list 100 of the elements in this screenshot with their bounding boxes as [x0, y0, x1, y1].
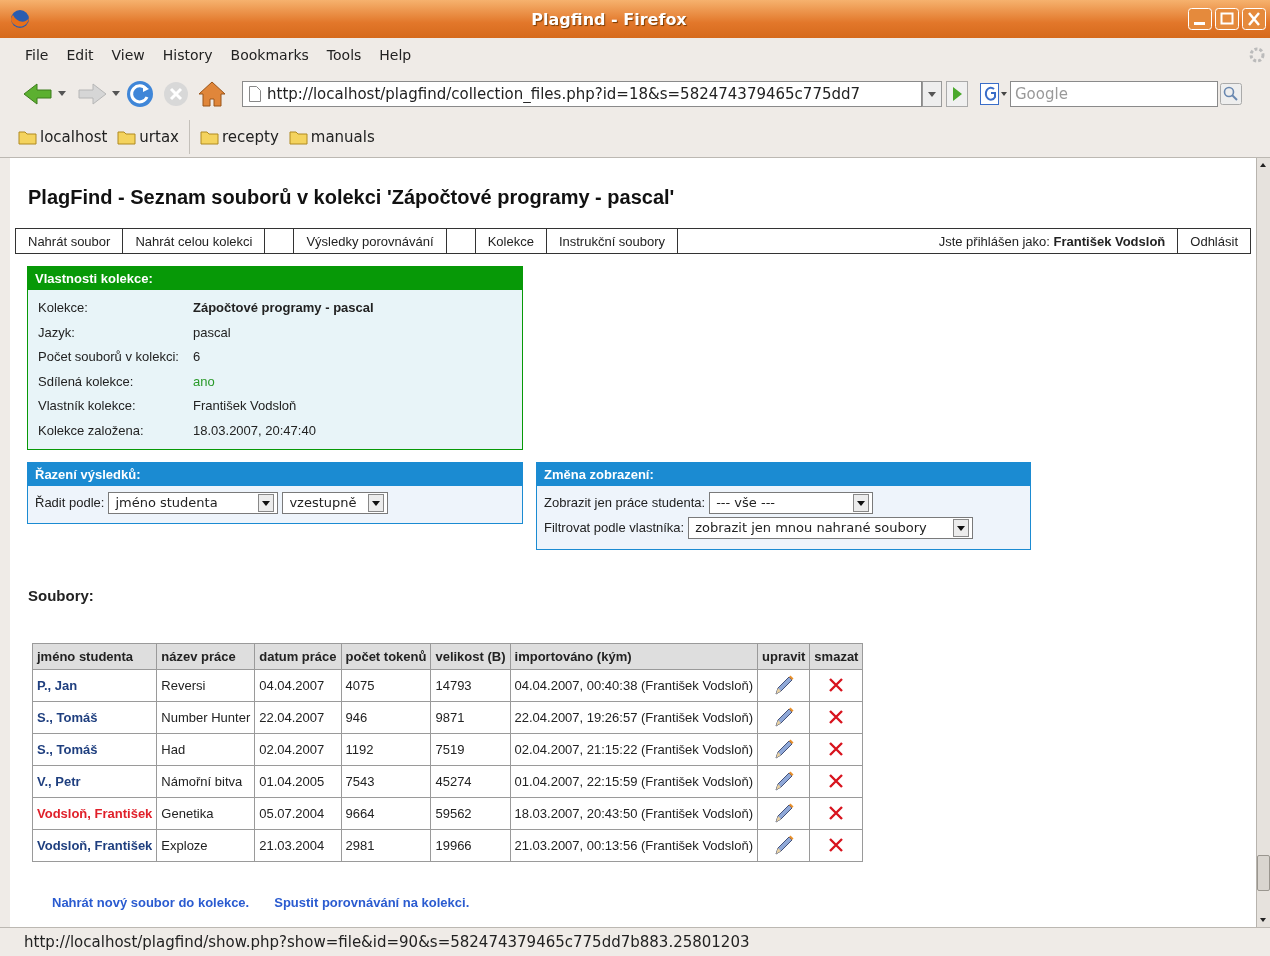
dropdown[interactable]: zobrazit jen mnou nahrané soubory: [688, 516, 974, 539]
menu-item[interactable]: Bookmarks: [221, 43, 318, 67]
table-cell: Námořní bitva: [156, 765, 255, 798]
address-field[interactable]: http://localhost/plagfind/collection_files.php?id=18&s=582474379465c775dd7: [242, 81, 922, 107]
column-header: upravit: [757, 643, 810, 670]
delete-x-icon[interactable]: [828, 741, 845, 758]
student-link[interactable]: V., Petr: [32, 765, 157, 798]
student-link[interactable]: Vodsloň, František: [32, 797, 157, 830]
close-icon[interactable]: [1242, 8, 1266, 30]
menu-item[interactable]: Help: [370, 43, 421, 67]
page-icon: [249, 86, 261, 102]
column-header: jméno studenta: [32, 643, 157, 670]
bookmark-item[interactable]: manuals: [286, 123, 377, 150]
table-cell: 14793: [430, 669, 510, 702]
status-text: http://localhost/plagfind/show.php?show=file&id=90&s=582474379465c775dd7b883.25801203: [24, 932, 750, 951]
table-cell: 4075: [341, 669, 431, 702]
search-engine-icon[interactable]: [980, 83, 1008, 105]
pencil-icon[interactable]: [772, 770, 795, 793]
nav-link[interactable]: Výsledky porovnávání: [294, 229, 447, 253]
menu-item[interactable]: View: [102, 43, 154, 67]
field-label: Řadit podle:: [35, 495, 105, 511]
column-header: importováno (kým): [510, 643, 758, 670]
dropdown[interactable]: --- vše ---: [709, 491, 874, 514]
back-arrow-icon[interactable]: [22, 81, 54, 107]
table-cell: 59562: [430, 797, 510, 830]
menu-item[interactable]: Tools: [317, 43, 371, 67]
column-header: smazat: [809, 643, 863, 670]
action-link[interactable]: Spustit porovnávání na kolekci.: [274, 894, 470, 910]
menu-item[interactable]: File: [16, 43, 58, 67]
table-cell: 946: [341, 701, 431, 734]
student-link[interactable]: S., Tomáš: [32, 733, 157, 766]
table-cell: Number Hunter: [156, 701, 255, 734]
throbber-icon: [1248, 46, 1266, 64]
reload-icon[interactable]: [124, 79, 156, 109]
folder-icon: [117, 128, 137, 145]
student-link[interactable]: Vodsloň, František: [32, 829, 157, 862]
search-field[interactable]: Google: [1010, 81, 1218, 107]
table-cell: 2981: [341, 829, 431, 862]
table-cell: Reversi: [156, 669, 255, 702]
bookmark-item[interactable]: urtax: [115, 123, 181, 150]
nav-link[interactable]: Odhlásit: [1178, 229, 1250, 253]
table-cell: 18.03.2007, 20:43:50 (František Vodsloň): [510, 797, 758, 830]
action-link[interactable]: Nahrát nový soubor do kolekce.: [52, 894, 250, 910]
table-cell: 01.04.2007, 22:15:59 (František Vodsloň): [510, 765, 758, 798]
maximize-icon[interactable]: [1215, 8, 1239, 30]
table-cell: 22.04.2007, 19:26:57 (František Vodsloň): [510, 701, 758, 734]
pencil-icon[interactable]: [772, 706, 795, 729]
home-icon[interactable]: [196, 79, 228, 109]
property-value: 18.03.2007, 20:47:40: [193, 421, 317, 440]
bookmark-item[interactable]: localhost: [16, 123, 110, 150]
scrollbar[interactable]: [1256, 158, 1270, 927]
go-icon[interactable]: [946, 81, 968, 107]
dropdown[interactable]: vzestupně: [282, 491, 389, 514]
nav-link[interactable]: Nahrát soubor: [16, 229, 124, 253]
nav-link[interactable]: Kolekce: [475, 229, 547, 253]
login-info: Jste přihlášen jako: František Vodsloň: [938, 233, 1166, 249]
table-cell: 04.04.2007, 00:40:38 (František Vodsloň): [510, 669, 758, 702]
property-value: pascal: [193, 323, 232, 342]
panel-header: Řazení výsledků:: [28, 462, 522, 486]
student-link[interactable]: P., Jan: [32, 669, 157, 702]
property-label: Počet souborů v kolekci:: [38, 348, 180, 367]
folder-icon: [199, 128, 219, 145]
delete-x-icon[interactable]: [828, 677, 845, 694]
delete-x-icon[interactable]: [828, 837, 845, 854]
nav-link[interactable]: Instrukční soubory: [546, 229, 679, 253]
table-cell: 04.04.2007: [254, 669, 342, 702]
history-dropdown-icon[interactable]: [922, 81, 942, 107]
menu-item[interactable]: Edit: [57, 43, 103, 67]
table-cell: 21.03.2004: [254, 829, 342, 862]
table-cell: 7519: [430, 733, 510, 766]
table-cell: Exploze: [156, 829, 255, 862]
table-cell: 45274: [430, 765, 510, 798]
pencil-icon[interactable]: [772, 738, 795, 761]
dropdown-arrow-icon[interactable]: [58, 91, 66, 97]
table-cell: 19966: [430, 829, 510, 862]
search-icon[interactable]: [1220, 83, 1242, 105]
bookmark-item[interactable]: recepty: [197, 123, 281, 150]
property-value: František Vodsloň: [193, 397, 298, 416]
student-link[interactable]: S., Tomáš: [32, 701, 157, 734]
table-cell: 7543: [341, 765, 431, 798]
scroll-thumb[interactable]: [1257, 855, 1270, 891]
column-header: velikost (B): [430, 643, 510, 670]
table-cell: Genetika: [156, 797, 255, 830]
pencil-icon[interactable]: [772, 834, 795, 857]
delete-x-icon[interactable]: [828, 805, 845, 822]
firefox-logo-icon: [10, 9, 30, 29]
menu-item[interactable]: History: [153, 43, 222, 67]
nav-link[interactable]: Nahrát celou kolekci: [123, 229, 266, 253]
table-cell: 9871: [430, 701, 510, 734]
pencil-icon[interactable]: [772, 674, 795, 697]
delete-x-icon[interactable]: [828, 709, 845, 726]
minimize-icon[interactable]: [1188, 8, 1212, 30]
property-label: Sdílená kolekce:: [38, 372, 135, 391]
table-cell: 02.04.2007, 21:15:22 (František Vodsloň): [510, 733, 758, 766]
dropdown[interactable]: jméno studenta: [108, 491, 279, 514]
table-cell: 1192: [341, 733, 431, 766]
pencil-icon[interactable]: [772, 802, 795, 825]
delete-x-icon[interactable]: [828, 773, 845, 790]
table-cell: 05.07.2004: [254, 797, 342, 830]
dropdown-arrow-icon[interactable]: [112, 91, 120, 97]
